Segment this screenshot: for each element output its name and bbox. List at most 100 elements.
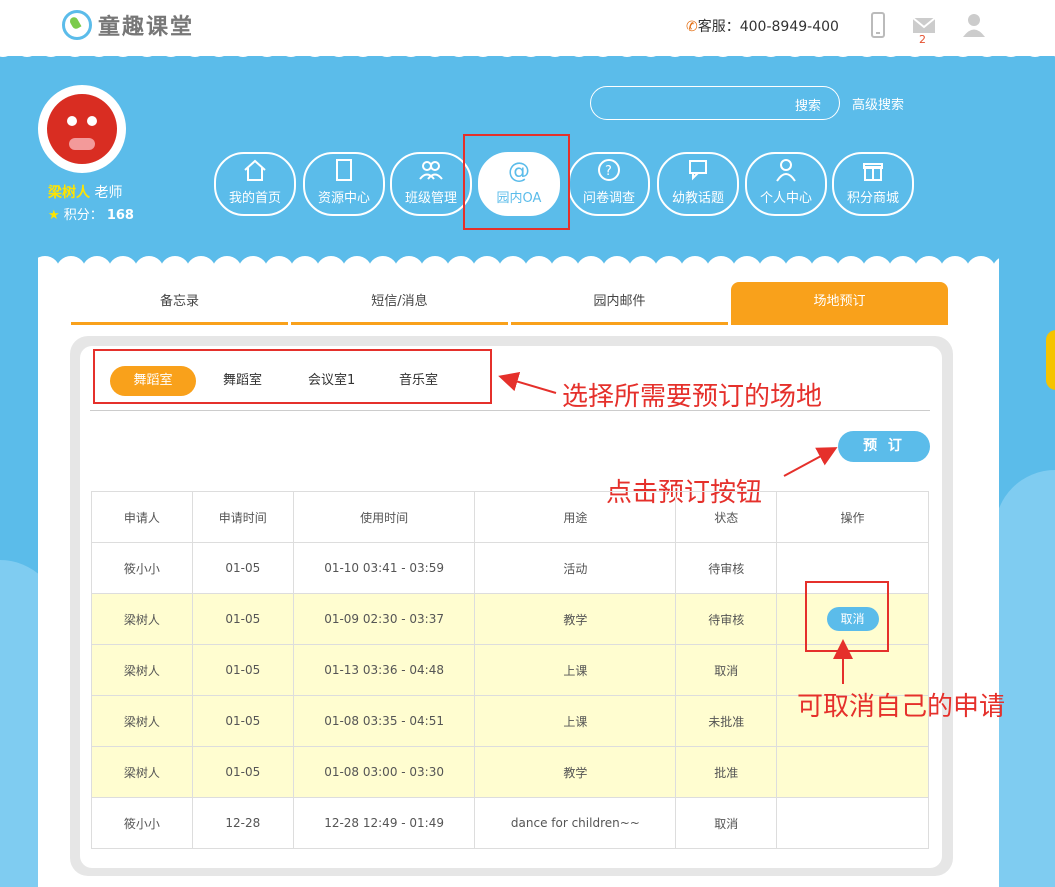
cell-use-time: 01-09 02:30 - 03:37: [292, 593, 476, 645]
scallop-bump: [710, 44, 736, 57]
cell-status: 取消: [675, 797, 778, 849]
account-icon[interactable]: [962, 12, 986, 38]
column-header: 用途: [474, 491, 677, 543]
nav-survey[interactable]: ? 问卷调查: [568, 152, 650, 216]
chat-icon: [689, 160, 707, 181]
nav-topics[interactable]: 幼教话题: [657, 152, 739, 216]
avatar[interactable]: [38, 85, 126, 173]
booking-table: 申请人 申请时间 使用时间 用途 状态 操作 筱小小 01-05 01-10 0…: [91, 491, 929, 849]
table-row: 梁树人 01-05 01-09 02:30 - 03:37 教学 待审核 取消: [91, 593, 929, 645]
search-input[interactable]: 搜索: [590, 86, 840, 120]
cell-apply-date: 01-05: [191, 695, 294, 747]
cell-applicant: 筱小小: [91, 542, 193, 594]
mail-count-badge: 2: [919, 33, 926, 46]
question-icon: ?: [598, 159, 620, 181]
scallop-bump: [542, 44, 568, 57]
tab-bar: 备忘录 短信/消息 园内邮件 场地预订: [71, 282, 948, 326]
scallop-bump: [566, 44, 592, 57]
scallop-bump: [446, 44, 472, 57]
table-header-row: 申请人 申请时间 使用时间 用途 状态 操作: [91, 491, 929, 543]
cell-use-time: 01-08 03:00 - 03:30: [292, 746, 476, 798]
nav-resources[interactable]: 资源中心: [303, 152, 385, 216]
cell-use-time: 01-10 03:41 - 03:59: [292, 542, 476, 594]
logo-text: 童趣课堂: [98, 15, 195, 40]
home-icon: [244, 159, 266, 181]
nav-home[interactable]: 我的首页: [214, 152, 296, 216]
cell-purpose: 教学: [474, 593, 677, 645]
tab-venue-booking[interactable]: 场地预订: [731, 282, 948, 325]
cell-action: [776, 746, 929, 798]
scallop-bump: [758, 44, 784, 57]
person-icon: [776, 159, 796, 182]
scallop-bump: [806, 44, 832, 57]
cell-apply-date: 01-05: [191, 746, 294, 798]
cell-status: 取消: [675, 644, 778, 696]
scallop-bump: [86, 44, 112, 57]
column-header: 状态: [675, 491, 778, 543]
book-button[interactable]: 预 订: [838, 431, 930, 462]
scallop-bump: [134, 44, 160, 57]
search-button[interactable]: 搜索: [795, 95, 821, 114]
tab-messages[interactable]: 短信/消息: [291, 282, 508, 325]
cell-apply-date: 01-05: [191, 593, 294, 645]
cell-status: 批准: [675, 746, 778, 798]
column-header: 使用时间: [292, 491, 476, 543]
scallop-bump: [830, 44, 856, 57]
scallop-bump: [38, 44, 64, 57]
scallop-bump: [974, 44, 1000, 57]
annotation-cancel-own: 可取消自己的申请: [797, 692, 1006, 722]
points: ★ 积分： 168: [48, 204, 134, 223]
points-value: 168: [106, 208, 134, 223]
scallop-bump: [182, 44, 208, 57]
scallop-bump: [494, 44, 520, 57]
column-header: 操作: [776, 491, 929, 543]
phone-icon: ✆: [686, 19, 698, 35]
scallop-bump: [1046, 44, 1055, 57]
cell-applicant: 筱小小: [91, 797, 193, 849]
cell-purpose: dance for children~~: [474, 797, 677, 849]
gift-icon: [863, 163, 883, 181]
cell-applicant: 梁树人: [91, 593, 193, 645]
scallop-bump: [734, 44, 760, 57]
logo[interactable]: 童趣课堂: [62, 9, 194, 41]
cell-applicant: 梁树人: [91, 644, 193, 696]
nav-class[interactable]: 班级管理: [390, 152, 472, 216]
service-label: 客服：400-8949-400: [697, 19, 839, 35]
nav-label: 班级管理: [404, 191, 457, 206]
user-role: 老师: [94, 185, 123, 201]
scallop-bump: [326, 44, 352, 57]
scallop-bump: [518, 44, 544, 57]
highlight-box-oa: [463, 134, 570, 230]
nav-label: 问卷调查: [582, 191, 635, 206]
advanced-search-link[interactable]: 高级搜索: [852, 94, 904, 113]
highlight-box-cancel: [805, 581, 889, 652]
background-cloud-right: [995, 470, 1055, 887]
cell-apply-date: 12-28: [191, 797, 294, 849]
scallop-bump: [782, 44, 808, 57]
tab-memo[interactable]: 备忘录: [71, 282, 288, 325]
scallop-bump: [878, 44, 904, 57]
mobile-icon[interactable]: [866, 12, 890, 38]
scallop-bump: [398, 44, 424, 57]
tab-mail[interactable]: 园内邮件: [511, 282, 728, 325]
scallop-bump: [950, 44, 976, 57]
scallop-bump: [374, 44, 400, 57]
nav-store[interactable]: 积分商城: [832, 152, 914, 216]
star-icon: ★: [48, 208, 60, 223]
scallop-bump: [614, 44, 640, 57]
annotation-select-venue: 选择所需要预订的场地: [562, 382, 823, 412]
cell-status: 待审核: [675, 593, 778, 645]
side-decoration: [1046, 330, 1055, 390]
nav-label: 积分商城: [846, 191, 899, 206]
column-header: 申请时间: [191, 491, 294, 543]
table-row: 筱小小 01-05 01-10 03:41 - 03:59 活动 待审核: [91, 542, 929, 594]
scallop-bump: [470, 44, 496, 57]
scallop-bump: [254, 44, 280, 57]
book-icon: [336, 159, 352, 181]
nav-label: 幼教话题: [671, 191, 724, 206]
cell-purpose: 活动: [474, 542, 677, 594]
scallop-bump: [62, 44, 88, 57]
points-label: 积分：: [63, 208, 103, 223]
column-header: 申请人: [91, 491, 193, 543]
nav-personal[interactable]: 个人中心: [745, 152, 827, 216]
